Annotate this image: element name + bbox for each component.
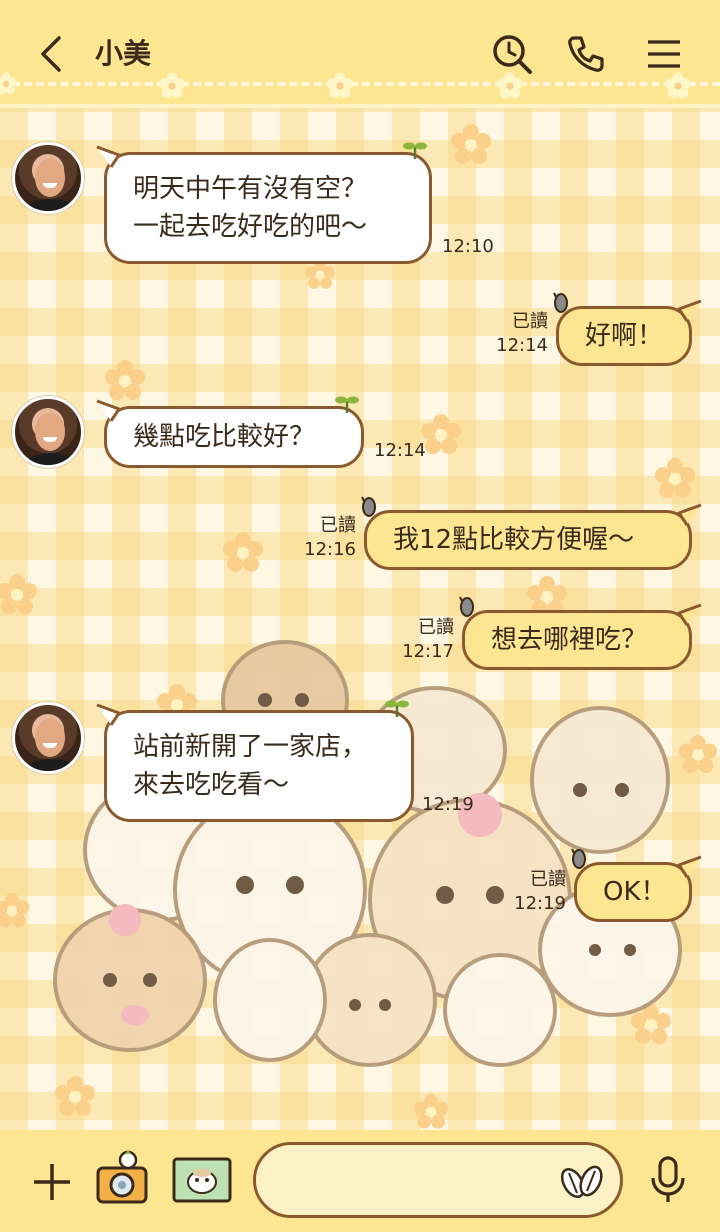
message-time: 12:16	[304, 539, 356, 560]
back-chevron-icon[interactable]	[28, 30, 76, 78]
message-time: 12:14	[496, 335, 548, 356]
message-text: 幾點吃比較好？	[133, 422, 316, 452]
read-receipt: 已讀	[320, 515, 356, 536]
camera-icon[interactable]	[92, 1148, 152, 1208]
sprout-icon	[335, 396, 359, 413]
message-time: 12:19	[422, 794, 474, 815]
seed-icon	[361, 496, 376, 517]
message-meta: 已讀 12:16	[304, 514, 356, 562]
flower-decoration	[451, 124, 491, 164]
avatar[interactable]	[12, 396, 84, 468]
plus-icon[interactable]	[26, 1156, 78, 1208]
message-meta: 已讀 12:19	[514, 868, 566, 916]
phone-icon[interactable]	[562, 30, 610, 78]
hamster-group-illustration	[53, 640, 682, 1067]
message-text: 一起去吃好吃的吧～	[133, 212, 368, 242]
flower-decoration	[0, 892, 30, 928]
message-text: 明天中午有沒有空？	[133, 174, 368, 204]
chat-title: 小美	[95, 37, 152, 70]
message-bubble-outgoing[interactable]: 我12點比較方便喔～	[361, 496, 702, 570]
photo-icon[interactable]	[170, 1154, 234, 1206]
message-bubble-incoming[interactable]: 幾點吃比較好？	[96, 396, 364, 468]
read-receipt: 已讀	[418, 617, 454, 638]
flower-decoration	[159, 72, 185, 99]
sticker-seeds-icon[interactable]	[556, 1158, 610, 1202]
message-bubble-incoming[interactable]: 站前新開了一家店， 來去吃吃看～	[96, 700, 414, 822]
menu-icon[interactable]	[640, 30, 688, 78]
seed-icon	[553, 292, 568, 313]
message-text: 好啊！	[585, 321, 664, 351]
flower-decoration	[0, 574, 37, 614]
flower-decoration	[0, 72, 17, 95]
avatar[interactable]	[12, 142, 84, 214]
flower-decoration	[223, 532, 263, 572]
read-receipt: 已讀	[512, 311, 548, 332]
message-text: OK！	[603, 877, 667, 907]
message-time: 12:10	[442, 236, 494, 257]
message-text: 我12點比較方便喔～	[393, 525, 635, 555]
seed-icon	[459, 596, 474, 617]
search-clock-icon[interactable]	[488, 30, 536, 78]
message-time: 12:17	[402, 641, 454, 662]
message-text: 站前新開了一家店，	[133, 732, 368, 762]
flower-decoration	[655, 458, 695, 498]
message-bubble-incoming[interactable]: 明天中午有沒有空？ 一起去吃好吃的吧～	[96, 142, 432, 264]
microphone-icon[interactable]	[644, 1154, 692, 1206]
read-receipt: 已讀	[530, 869, 566, 890]
header-stitch-border	[0, 80, 720, 108]
message-meta: 已讀 12:17	[402, 616, 454, 664]
message-time: 12:14	[374, 440, 426, 461]
sprout-icon	[385, 700, 409, 717]
message-bubble-outgoing[interactable]: 想去哪裡吃？	[459, 596, 702, 670]
message-text: 來去吃吃看～	[133, 770, 290, 800]
message-time: 12:19	[514, 893, 566, 914]
flower-decoration	[327, 72, 353, 99]
message-bubble-outgoing[interactable]: 好啊！	[553, 292, 702, 366]
message-bubble-outgoing[interactable]: OK！	[571, 848, 702, 922]
message-text: 想去哪裡吃？	[491, 625, 648, 655]
sprout-icon	[403, 142, 427, 159]
avatar[interactable]	[12, 702, 84, 774]
flower-decoration	[105, 360, 145, 400]
seed-icon	[571, 848, 586, 869]
message-meta: 已讀 12:14	[496, 310, 548, 358]
